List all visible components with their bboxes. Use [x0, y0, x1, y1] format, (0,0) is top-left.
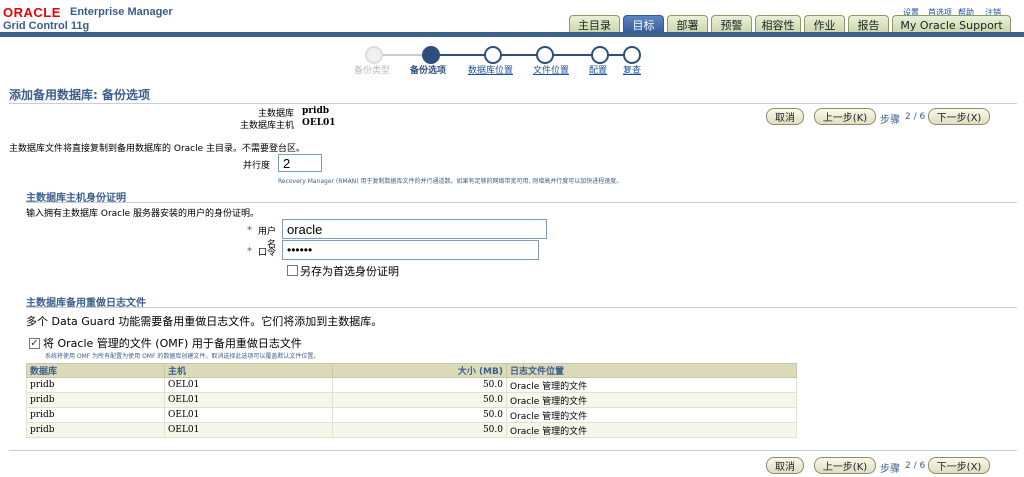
omf-checkbox[interactable]	[29, 338, 40, 349]
train-step-db-location[interactable]	[484, 46, 502, 64]
header-band	[0, 32, 1024, 37]
parallelism-input[interactable]	[278, 154, 322, 172]
copy-intro-text: 主数据库文件将直接复制到备用数据库的 Oracle 主目录。不需要登台区。	[9, 144, 306, 154]
train-step-file-location[interactable]	[536, 46, 554, 64]
page-title: 添加备用数据库: 备份选项	[9, 88, 150, 102]
cell-host: OEL01	[164, 392, 333, 408]
credentials-desc: 输入拥有主数据库 Oracle 服务器安装的用户的身份证明。	[26, 209, 260, 219]
password-label: 口令	[257, 248, 276, 258]
back-button-bottom[interactable]: 上一步(K)	[814, 457, 876, 474]
cell-size: 50.0	[332, 422, 507, 438]
save-preferred-checkbox[interactable]	[287, 265, 298, 276]
parallelism-hint: Recovery Manager (RMAN) 用于复制数据库文件的并行通道数。…	[278, 178, 623, 185]
save-preferred-label: 另存为首选身份证明	[300, 265, 399, 278]
train-step-backup-type	[365, 46, 383, 64]
cancel-button[interactable]: 取消	[766, 108, 804, 125]
col-database: 数据库	[26, 363, 165, 378]
train-label-file-location[interactable]: 文件位置	[533, 63, 569, 76]
username-input[interactable]	[282, 219, 547, 239]
step-count: 2 / 6	[905, 112, 926, 122]
train-step-review[interactable]	[623, 46, 641, 64]
primary-host-value: OEL01	[302, 118, 336, 128]
table-row: pridb OEL01 50.0 Oracle 管理的文件	[26, 392, 797, 408]
train-label-config[interactable]: 配置	[589, 63, 607, 76]
train-label-backup-type: 备份类型	[354, 66, 391, 76]
product-edition: Grid Control 11g	[3, 20, 90, 32]
table-row: pridb OEL01 50.0 Oracle 管理的文件	[26, 377, 797, 393]
primary-host-label: 主数据库主机	[239, 121, 294, 131]
cell-database: pridb	[26, 377, 165, 393]
cell-host: OEL01	[164, 407, 333, 423]
step-word: 步骤	[880, 464, 900, 475]
train-label-backup-options: 备份选项	[410, 66, 447, 76]
train-connector	[380, 54, 425, 56]
cell-size: 50.0	[332, 392, 507, 408]
section-divider	[26, 202, 1017, 203]
product-name: Enterprise Manager	[70, 6, 173, 18]
train-label-review[interactable]: 复查	[623, 63, 641, 76]
primary-db-value: pridb	[302, 106, 330, 116]
title-divider	[9, 103, 1017, 104]
col-host: 主机	[164, 363, 333, 378]
parallelism-label: 并行度	[242, 161, 270, 171]
redo-desc: 多个 Data Guard 功能需要备用重做日志文件。它们将添加到主数据库。	[26, 315, 383, 328]
table-row: pridb OEL01 50.0 Oracle 管理的文件	[26, 422, 797, 438]
next-button[interactable]: 下一步(X)	[928, 108, 990, 125]
train-step-backup-options	[422, 46, 440, 64]
omf-label: 将 Oracle 管理的文件 (OMF) 用于备用重做日志文件	[43, 337, 302, 350]
redo-log-table: 数据库 主机 大小 (MB) 日志文件位置 pridb OEL01 50.0 O…	[26, 363, 797, 438]
train-label-db-location[interactable]: 数据库位置	[468, 63, 513, 76]
cell-database: pridb	[26, 392, 165, 408]
step-word: 步骤	[880, 115, 900, 126]
step-count: 2 / 6	[905, 461, 926, 471]
next-button-bottom[interactable]: 下一步(X)	[928, 457, 990, 474]
cell-log-location: Oracle 管理的文件	[506, 392, 797, 408]
col-size: 大小 (MB)	[332, 363, 507, 378]
cell-database: pridb	[26, 407, 165, 423]
password-input[interactable]	[282, 240, 539, 260]
col-log-location: 日志文件位置	[506, 363, 797, 378]
section-divider	[26, 307, 1017, 308]
cell-host: OEL01	[164, 377, 333, 393]
table-header-row: 数据库 主机 大小 (MB) 日志文件位置	[26, 363, 797, 378]
train-step-config[interactable]	[591, 46, 609, 64]
cancel-button-bottom[interactable]: 取消	[766, 457, 804, 474]
cell-log-location: Oracle 管理的文件	[506, 377, 797, 393]
cell-host: OEL01	[164, 422, 333, 438]
bottom-divider	[9, 450, 1017, 451]
cell-database: pridb	[26, 422, 165, 438]
back-button[interactable]: 上一步(K)	[814, 108, 876, 125]
table-row: pridb OEL01 50.0 Oracle 管理的文件	[26, 407, 797, 423]
cell-size: 50.0	[332, 407, 507, 423]
oracle-logo: ORACLE	[3, 5, 61, 20]
cell-size: 50.0	[332, 377, 507, 393]
cell-log-location: Oracle 管理的文件	[506, 407, 797, 423]
cell-log-location: Oracle 管理的文件	[506, 422, 797, 438]
omf-hint: 系统将使用 OMF 为所有配置为使用 OMF 的数据库创建文件。取消选择此选项可…	[45, 353, 320, 360]
